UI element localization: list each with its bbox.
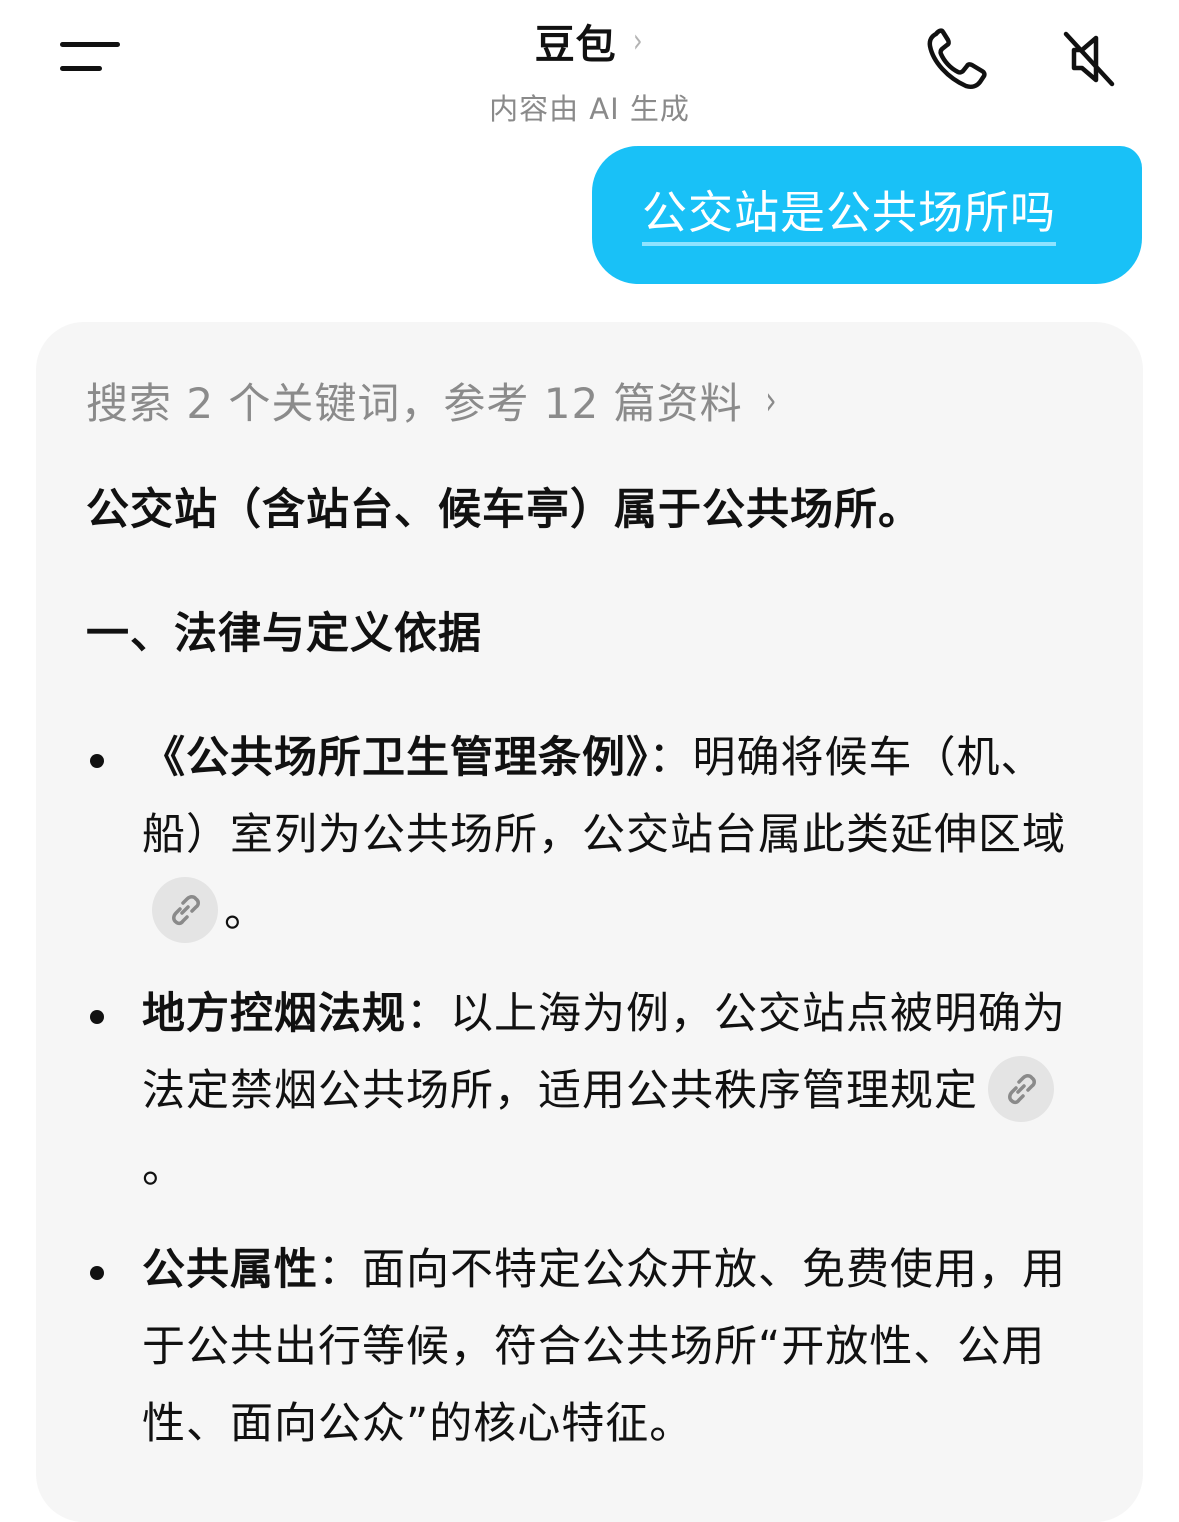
bullet-dot [90,1266,104,1280]
list-item-text: 公共属性：面向不特定公众开放、免费使用，用于公共出行等候，符合公共场所“开放性、… [142,1232,1092,1463]
bot-title-button[interactable]: 豆包 › [535,12,645,70]
list-item-colon: ： [406,989,450,1039]
bot-title: 豆包 [534,22,617,68]
list-item-colon: ： [318,1245,362,1295]
search-references-button[interactable]: 搜索 2 个关键词，参考 12 篇资料 › [86,370,779,431]
answer-lead: 公交站（含站台、候车亭）属于公共场所。 [86,485,922,535]
list-item-bold: 《公共场所卫生管理条例》 [142,733,649,783]
user-message-bubble[interactable]: 公交站是公共场所吗 [592,146,1142,284]
list-item-end: 。 [142,1143,186,1193]
reference-link-button[interactable] [988,1055,1054,1122]
bullet-dot [90,754,104,768]
ai-generated-notice: 内容由 AI 生成 [489,92,690,126]
chevron-right-icon: › [764,377,777,424]
speaker-muted-icon [1063,31,1115,87]
list-item-bold: 地方控烟法规 [142,989,406,1039]
phone-icon [927,28,987,90]
list-item-text: 地方控烟法规：以上海为例，公交站点被明确为法定禁烟公共场所，适用公共秩序管理规定… [142,976,1092,1207]
voice-call-button[interactable] [922,26,992,96]
chat-header: 豆包 › 内容由 AI 生成 [0,0,1179,130]
link-icon [172,894,200,925]
title-area: 豆包 › 内容由 AI 生成 [0,12,1179,128]
list-item-colon: ： [648,733,693,783]
reference-link-button[interactable] [152,876,218,943]
list-item-end: 。 [224,887,268,937]
link-icon [1008,1073,1036,1104]
user-message-text: 公交站是公共场所吗 [642,186,1057,246]
list-item-text: 《公共场所卫生管理条例》：明确将候车（机、船）室列为公共场所，公交站台属此类延伸… [142,720,1092,951]
bullet-dot [90,1010,104,1024]
search-summary-text: 搜索 2 个关键词，参考 12 篇资料 [86,379,743,428]
mute-button[interactable] [1056,26,1122,92]
section-heading: 一、法律与定义依据 [86,609,482,659]
list-item-bold: 公共属性 [142,1245,318,1295]
chevron-right-icon: › [632,21,643,61]
